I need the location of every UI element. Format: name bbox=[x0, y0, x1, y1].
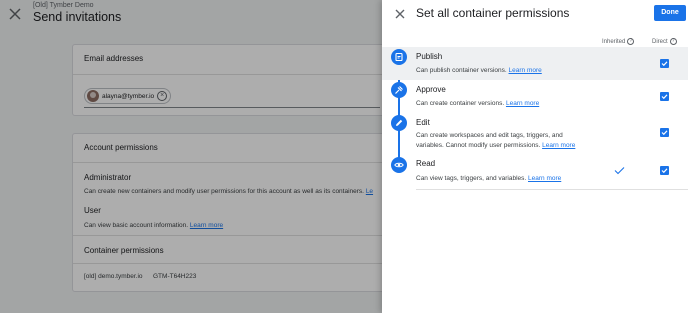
learn-more-link[interactable]: Learn more bbox=[528, 175, 561, 182]
permission-row-read: Read Can view tags, triggers, and variab… bbox=[382, 156, 688, 189]
divider bbox=[416, 189, 688, 190]
panel-title: Set all container permissions bbox=[416, 6, 570, 20]
help-icon[interactable]: ? bbox=[627, 38, 635, 45]
direct-label: Direct bbox=[652, 38, 668, 45]
learn-more-link[interactable]: Learn more bbox=[509, 67, 542, 74]
eye-icon bbox=[391, 157, 407, 173]
direct-column-header: Direct ? bbox=[652, 38, 677, 45]
permission-desc: Can create container versions. Learn mor… bbox=[416, 99, 539, 109]
permission-row-edit: Edit Can create workspaces and edit tags… bbox=[382, 113, 688, 155]
permission-desc: Can publish container versions. Learn mo… bbox=[416, 66, 542, 76]
inherited-check-icon bbox=[614, 167, 625, 175]
inherited-column-header: Inherited ? bbox=[602, 38, 635, 45]
permission-desc-line: Can create workspaces and edit tags, tri… bbox=[416, 132, 563, 139]
direct-checkbox-read[interactable] bbox=[660, 166, 669, 175]
approve-icon bbox=[391, 82, 407, 98]
permission-title: Read bbox=[416, 159, 436, 168]
permission-desc: Can create workspaces and edit tags, tri… bbox=[416, 131, 575, 150]
direct-checkbox-approve[interactable] bbox=[660, 92, 669, 101]
learn-more-link[interactable]: Learn more bbox=[506, 100, 539, 107]
permission-title: Approve bbox=[416, 85, 446, 94]
done-button[interactable]: Done bbox=[654, 5, 686, 21]
learn-more-link[interactable]: Learn more bbox=[542, 142, 575, 149]
direct-checkbox-publish[interactable] bbox=[660, 59, 669, 68]
permission-row-approve: Approve Can create container versions. L… bbox=[382, 80, 688, 112]
permission-desc-text: Can view tags, triggers, and variables. bbox=[416, 175, 527, 182]
permission-desc-text: variables. Cannot modify user permission… bbox=[416, 141, 541, 149]
permission-title: Publish bbox=[416, 52, 443, 61]
edit-icon bbox=[391, 115, 407, 131]
inherited-label: Inherited bbox=[602, 38, 626, 45]
permission-row-publish: Publish Can publish container versions. … bbox=[382, 47, 688, 80]
publish-icon bbox=[391, 49, 407, 65]
permission-desc: Can view tags, triggers, and variables. … bbox=[416, 174, 561, 184]
direct-checkbox-edit[interactable] bbox=[660, 128, 669, 137]
help-icon[interactable]: ? bbox=[669, 38, 677, 45]
permission-title: Edit bbox=[416, 118, 430, 127]
permission-desc-line: variables. Cannot modify user permission… bbox=[416, 141, 575, 151]
permission-desc-text: Can publish container versions. bbox=[416, 67, 507, 74]
permission-desc-text: Can create container versions. bbox=[416, 100, 505, 107]
container-permissions-panel: Set all container permissions Done Inher… bbox=[382, 0, 688, 313]
close-icon[interactable] bbox=[394, 8, 406, 20]
